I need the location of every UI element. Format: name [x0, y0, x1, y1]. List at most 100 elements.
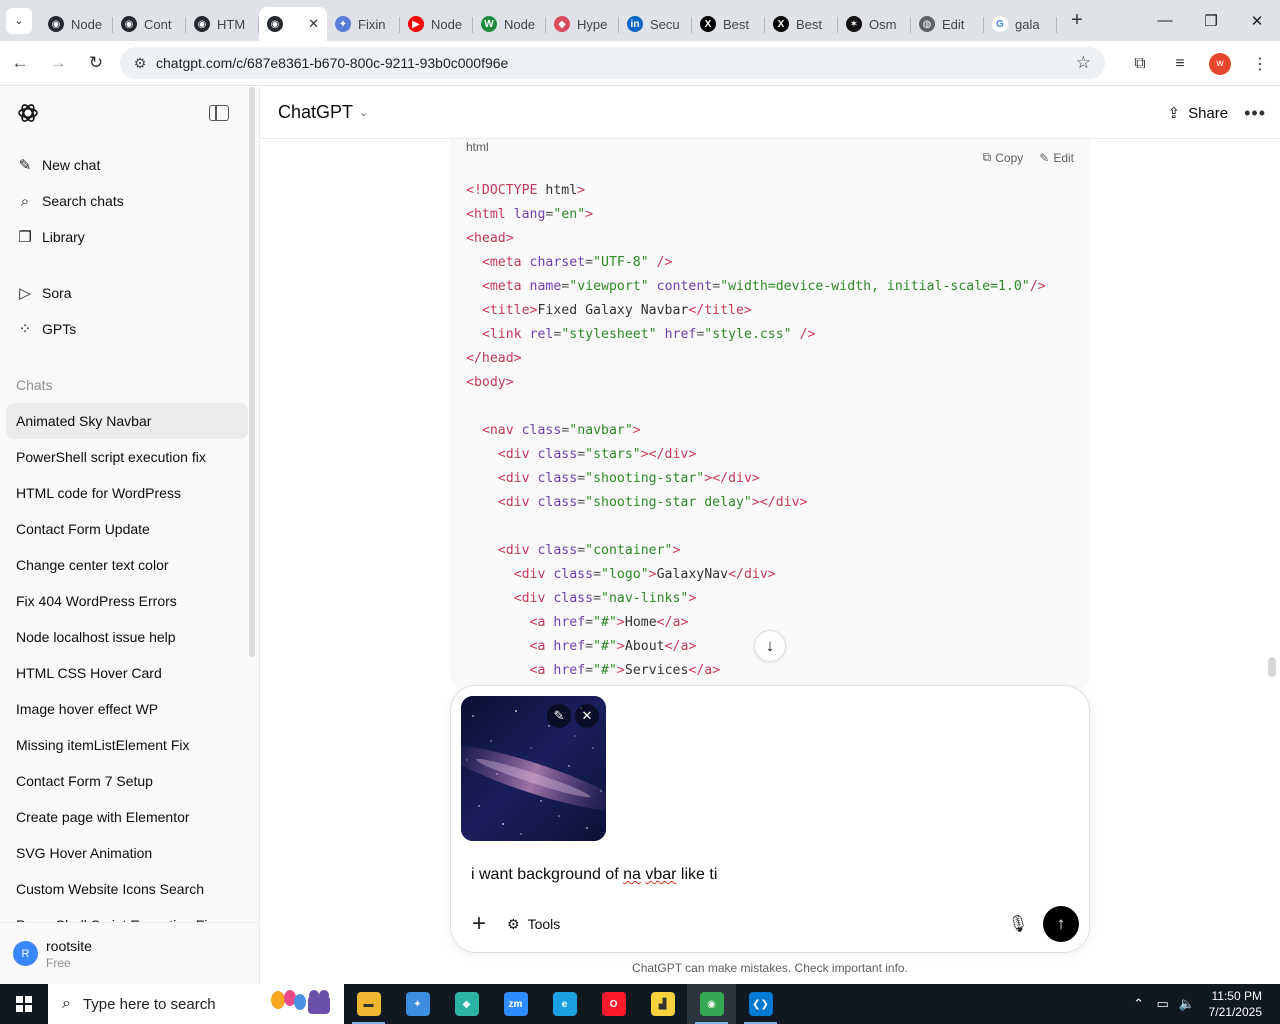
- chat-history-item[interactable]: Change center text color: [6, 547, 248, 583]
- browser-tab[interactable]: X Best: [765, 7, 838, 41]
- browser-tab[interactable]: ◆ Hype: [546, 7, 619, 41]
- minimize-button[interactable]: —: [1142, 0, 1188, 41]
- chevron-up-icon[interactable]: ⌃: [1127, 996, 1151, 1012]
- edit-image-button[interactable]: ✎: [547, 704, 571, 728]
- x-icon: X: [700, 16, 716, 32]
- browser-tab[interactable]: ◉ HTM: [186, 7, 259, 41]
- taskbar-app-button[interactable]: zm: [491, 984, 540, 1024]
- new-tab-button[interactable]: +: [1063, 7, 1091, 35]
- chat-history-item[interactable]: HTML code for WordPress: [6, 475, 248, 511]
- browser-tab[interactable]: ◍ Edit: [911, 7, 984, 41]
- browser-tab[interactable]: in Secu: [619, 7, 692, 41]
- browser-tab[interactable]: Ggala: [984, 7, 1057, 41]
- tools-button[interactable]: ⚙ Tools: [507, 916, 560, 933]
- chat-history-item[interactable]: Fix 404 WordPress Errors: [6, 583, 248, 619]
- back-button[interactable]: ←: [2, 45, 38, 81]
- taskbar-app-button[interactable]: ▟: [638, 984, 687, 1024]
- clock[interactable]: 11:50 PM 7/21/2025: [1209, 988, 1262, 1020]
- bookmark-star-icon[interactable]: ☆: [1076, 53, 1091, 73]
- share-button[interactable]: ⇪ Share: [1167, 104, 1228, 123]
- tab-search-button[interactable]: ⌄: [6, 7, 32, 34]
- chat-history-item[interactable]: Contact Form Update: [6, 511, 248, 547]
- network-icon[interactable]: ▭: [1151, 996, 1175, 1012]
- openai-logo-icon[interactable]: [16, 101, 40, 125]
- code-actions: ⧉ Copy ✎ Edit: [983, 150, 1074, 165]
- chat-history-item[interactable]: Custom Website Icons Search: [6, 871, 248, 907]
- sidebar-item-new-chat[interactable]: ✎ New chat: [0, 147, 242, 183]
- browser-tab[interactable]: ✦ Fixin: [327, 7, 400, 41]
- message-composer: ✎ ✕ i want background of na vbar like ti…: [450, 685, 1090, 953]
- chat-history-item[interactable]: Contact Form 7 Setup: [6, 763, 248, 799]
- tab-list: ◉ Node ◉ Cont ◉ HTM ◉ ✕ ✦ Fixin ▶ Node W Node ◆ Hype in S…: [40, 0, 1057, 41]
- youtube-icon: ▶: [408, 16, 424, 32]
- chat-history-item[interactable]: Animated Sky Navbar: [6, 403, 248, 439]
- sidebar-item-library[interactable]: ❐ Library: [0, 219, 242, 255]
- volume-icon[interactable]: 🔈: [1175, 996, 1199, 1012]
- close-window-button[interactable]: ✕: [1234, 0, 1280, 41]
- chat-history-item[interactable]: PowerShell script execution fix: [6, 439, 248, 475]
- scroll-to-bottom-button[interactable]: ↓: [754, 630, 786, 662]
- taskbar-app-button[interactable]: ❮❯: [736, 984, 785, 1024]
- code-line: ​: [466, 515, 1046, 539]
- prompt-input[interactable]: i want background of na vbar like ti: [471, 866, 717, 884]
- browser-tab[interactable]: ◉ ✕: [259, 7, 327, 41]
- sidebar-scrollbar[interactable]: [249, 87, 255, 657]
- extensions-button[interactable]: ⧉: [1120, 44, 1160, 84]
- taskbar-app-button[interactable]: ✦: [393, 984, 442, 1024]
- more-options-button[interactable]: •••: [1244, 103, 1266, 124]
- chat-history-item[interactable]: SVG Hover Animation: [6, 835, 248, 871]
- taskbar-app-button[interactable]: e: [540, 984, 589, 1024]
- send-button[interactable]: ↑: [1043, 906, 1079, 942]
- forward-button[interactable]: →: [40, 45, 76, 81]
- reload-icon: ↻: [88, 53, 104, 72]
- hype-icon: ◆: [554, 16, 570, 32]
- edit-code-button[interactable]: ✎ Edit: [1039, 150, 1074, 165]
- add-attachment-button[interactable]: +: [465, 910, 493, 938]
- browser-tab[interactable]: ▶ Node: [400, 7, 473, 41]
- chat-history-item[interactable]: Create page with Elementor: [6, 799, 248, 835]
- taskbar-app-button[interactable]: O: [589, 984, 638, 1024]
- copy-code-button[interactable]: ⧉ Copy: [983, 150, 1024, 165]
- browser-tab[interactable]: W Node: [473, 7, 546, 41]
- browser-tab[interactable]: ◉ Node: [40, 7, 113, 41]
- browser-menu-button[interactable]: ⋮: [1240, 44, 1280, 84]
- taskbar-app-button[interactable]: ◉: [687, 984, 736, 1024]
- taskbar-app-button[interactable]: ◆: [442, 984, 491, 1024]
- restore-button[interactable]: ❐: [1188, 0, 1234, 41]
- chat-history-item[interactable]: PowerShell Script Execution Fix: [6, 907, 248, 922]
- browser-tab[interactable]: X Best: [692, 7, 765, 41]
- reload-button[interactable]: ↻: [78, 45, 114, 81]
- start-button[interactable]: [0, 984, 48, 1024]
- site-settings-icon[interactable]: ⚙: [126, 55, 154, 72]
- sidebar-item-gpts[interactable]: ⁘ GPTs: [0, 311, 242, 347]
- close-tab-icon[interactable]: ✕: [308, 16, 319, 32]
- github-icon: ◉: [121, 16, 137, 32]
- media-button[interactable]: ≡: [1160, 44, 1200, 84]
- main-scrollbar[interactable]: [1268, 657, 1276, 677]
- chrome-icon: ◉: [699, 992, 724, 1016]
- browser-tab[interactable]: ◉ Cont: [113, 7, 186, 41]
- taskbar-search[interactable]: ⌕ Type here to search: [48, 984, 344, 1024]
- address-bar[interactable]: ⚙ chatgpt.com/c/687e8361-b670-800c-9211-…: [120, 47, 1105, 79]
- header-actions: ⇪ Share •••: [1167, 87, 1266, 139]
- windows-logo-icon: [16, 996, 32, 1012]
- chat-history-item[interactable]: Missing itemListElement Fix: [6, 727, 248, 763]
- chat-history-item[interactable]: Image hover effect WP: [6, 691, 248, 727]
- sidebar-item-sora[interactable]: ▷ Sora: [0, 275, 242, 311]
- sidebar-item-search-chats[interactable]: ⌕ Search chats: [0, 183, 242, 219]
- avatar: w: [1209, 52, 1231, 75]
- chat-history-item[interactable]: Node localhost issue help: [6, 619, 248, 655]
- browser-tab[interactable]: ✶ Osm: [838, 7, 911, 41]
- taskbar-app-button[interactable]: ▬: [344, 984, 393, 1024]
- w-icon: W: [481, 16, 497, 32]
- attached-image-thumbnail[interactable]: ✎ ✕: [461, 696, 606, 841]
- code-line: <a href="#">Home</a>: [529, 615, 689, 630]
- model-selector[interactable]: ChatGPT ⌄: [278, 102, 368, 123]
- profile-button[interactable]: w: [1200, 44, 1240, 84]
- chat-history-item[interactable]: HTML CSS Hover Card: [6, 655, 248, 691]
- user-menu[interactable]: R rootsite Free: [0, 922, 259, 984]
- dictate-button[interactable]: 🎙: [1003, 909, 1033, 939]
- linkedin-icon: in: [627, 16, 643, 32]
- remove-image-button[interactable]: ✕: [575, 704, 599, 728]
- sidebar-toggle-icon[interactable]: [209, 105, 229, 121]
